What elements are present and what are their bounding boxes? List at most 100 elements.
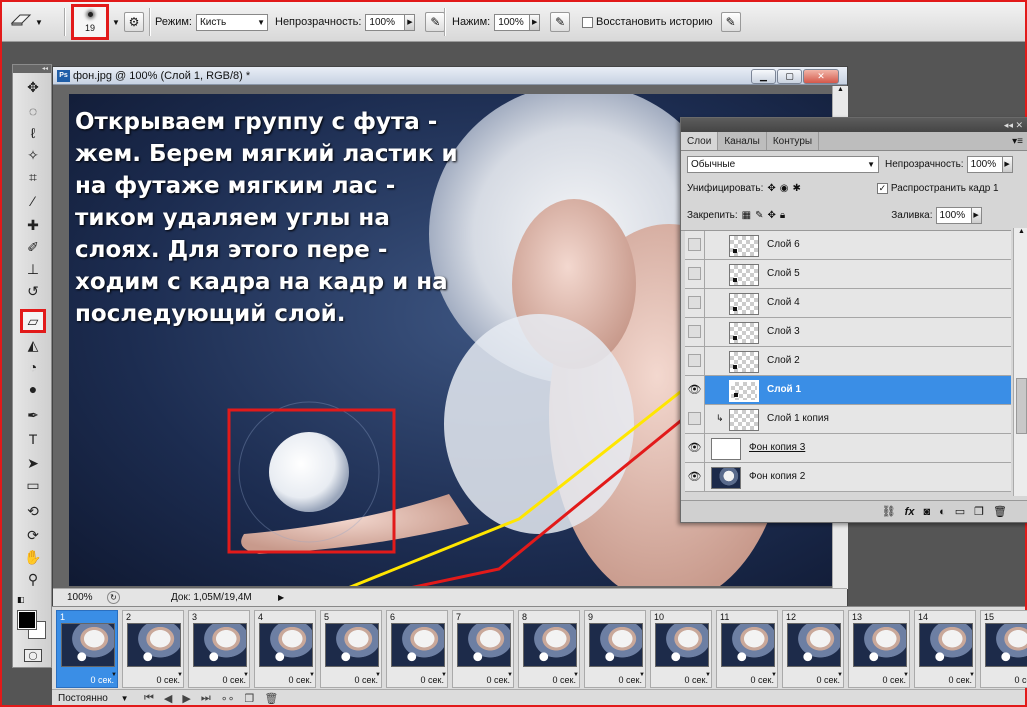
animation-frame[interactable]: 10 сек. ▼ <box>56 610 118 688</box>
opacity-input[interactable]: 100% <box>365 13 406 31</box>
play-icon[interactable]: ▶ <box>182 692 190 705</box>
layers-panel-collapse[interactable]: ◂◂ ✕ <box>681 118 1027 132</box>
delay-arrow-icon[interactable]: ▼ <box>573 672 579 678</box>
history-brush-icon[interactable]: ↺ <box>22 281 44 301</box>
eraser-icon[interactable]: ▱ <box>20 309 46 333</box>
fx-icon[interactable]: fx <box>905 506 915 518</box>
maximize-button[interactable]: ▢ <box>777 69 802 84</box>
shape-icon[interactable]: ▭ <box>22 475 44 495</box>
layers-scroll-thumb[interactable] <box>1016 378 1027 434</box>
brush-picker-arrow[interactable]: ▼ <box>112 2 120 42</box>
tab-layers[interactable]: Слои <box>681 132 719 150</box>
document-title-bar[interactable]: Ps фон.jpg @ 100% (Слой 1, RGB/8) * ▁ ▢ … <box>53 67 847 85</box>
hand-icon[interactable]: ✋ <box>22 547 44 567</box>
layer-row-4[interactable]: Слой 4 <box>685 289 1011 318</box>
default-colors-icon[interactable]: ◧ <box>17 595 25 604</box>
unify-visibility-icon[interactable]: ◉ <box>780 183 789 194</box>
eyedropper-icon[interactable]: ⁄ <box>22 191 44 211</box>
animation-frame[interactable]: 80 сек. ▼ <box>518 610 580 688</box>
lock-position-icon[interactable]: ✥ <box>768 210 776 221</box>
tab-paths[interactable]: Контуры <box>767 132 820 150</box>
stamp-icon[interactable]: ⊥ <box>22 259 44 279</box>
delay-arrow-icon[interactable]: ▼ <box>639 672 645 678</box>
brush-icon[interactable]: ✐ <box>22 237 44 257</box>
layer-visibility-toggle[interactable] <box>685 318 705 347</box>
layer-mask-icon[interactable]: ◙ <box>923 506 930 518</box>
link-layers-icon[interactable]: ⛓ <box>882 505 896 518</box>
layers-scrollbar[interactable]: ▲ <box>1013 228 1027 496</box>
layer-opacity-arrow[interactable]: ▶ <box>1002 155 1013 173</box>
move-icon[interactable]: ✥ <box>22 77 44 97</box>
status-arrow-icon[interactable]: ▶ <box>278 589 284 607</box>
next-frame-icon[interactable]: ⏭ <box>201 692 211 705</box>
panel-menu-icon[interactable]: ▾≡ <box>1006 132 1027 150</box>
animation-frame[interactable]: 12 0 сек. ▼ <box>782 610 844 688</box>
layer-row-1-selected[interactable]: 👁︎ Слой 1 <box>685 376 1011 405</box>
new-group-icon[interactable]: ▭ <box>955 505 965 518</box>
layer-visibility-toggle[interactable] <box>685 405 705 434</box>
type-icon[interactable]: T <box>22 429 44 449</box>
minimize-button[interactable]: ▁ <box>751 69 776 84</box>
flow-input[interactable]: 100% <box>494 13 531 31</box>
zoom-icon[interactable]: ⚲ <box>22 569 44 589</box>
delay-arrow-icon[interactable]: ▼ <box>243 672 249 678</box>
animation-frame[interactable]: 30 сек. ▼ <box>188 610 250 688</box>
layer-row-2[interactable]: Слой 2 <box>685 347 1011 376</box>
lock-transparency-icon[interactable]: ▦ <box>742 210 751 221</box>
brush-size-picker[interactable]: 19 <box>71 4 109 40</box>
layer-visibility-toggle[interactable] <box>685 289 705 318</box>
blend-mode-select[interactable]: Обычные ▼ <box>687 155 879 173</box>
lock-all-icon[interactable]: 🔒︎ <box>780 210 785 221</box>
layer-visibility-toggle[interactable]: 👁︎ <box>685 376 705 405</box>
animation-frame[interactable]: 60 сек. ▼ <box>386 610 448 688</box>
layer-visibility-toggle[interactable]: 👁︎ <box>685 434 705 463</box>
animation-frame[interactable]: 20 сек. ▼ <box>122 610 184 688</box>
status-menu-icon[interactable]: ↻ <box>107 591 120 604</box>
animation-frame[interactable]: 70 сек. ▼ <box>452 610 514 688</box>
new-layer-icon[interactable]: ❐ <box>974 505 984 518</box>
delay-arrow-icon[interactable]: ▼ <box>837 672 843 678</box>
animation-frame[interactable]: 14 0 сек. ▼ <box>914 610 976 688</box>
flow-slider-arrow[interactable]: ▶ <box>530 13 541 31</box>
crop-icon[interactable]: ⌗ <box>22 167 44 187</box>
healing-icon[interactable]: ✚ <box>22 215 44 235</box>
animation-frame[interactable]: 50 сек. ▼ <box>320 610 382 688</box>
unify-style-icon[interactable]: ✱ <box>793 183 801 194</box>
marquee-icon[interactable]: ◌ <box>22 101 44 121</box>
path-select-icon[interactable]: ➤ <box>22 453 44 473</box>
layer-row-bg-copy-3[interactable]: 👁︎ Фон копия 3 <box>685 434 1011 463</box>
delete-frame-icon[interactable]: 🗑︎ <box>264 692 278 705</box>
animation-frame[interactable]: 13 0 сек. ▼ <box>848 610 910 688</box>
layer-row-bg-copy-2[interactable]: 👁︎ Фон копия 2 <box>685 463 1011 492</box>
tab-channels[interactable]: Каналы <box>718 132 767 150</box>
delete-layer-icon[interactable]: 🗑︎ <box>993 505 1007 518</box>
quick-select-icon[interactable]: ✧ <box>22 145 44 165</box>
layer-visibility-toggle[interactable] <box>685 231 705 260</box>
layer-visibility-toggle[interactable] <box>685 347 705 376</box>
delay-arrow-icon[interactable]: ▼ <box>903 672 909 678</box>
layer-row-6[interactable]: Слой 6 <box>685 231 1011 260</box>
layer-row-5[interactable]: Слой 5 <box>685 260 1011 289</box>
zoom-level[interactable]: 100% <box>67 589 93 607</box>
3d-icon[interactable]: ⟲ <box>22 501 44 521</box>
lock-pixels-icon[interactable]: ✎ <box>755 210 763 221</box>
tablet-size-icon[interactable]: ✎ <box>720 12 741 32</box>
delay-arrow-icon[interactable]: ▼ <box>309 672 315 678</box>
animation-frame[interactable]: 40 сек. ▼ <box>254 610 316 688</box>
delay-arrow-icon[interactable]: ▼ <box>177 672 183 678</box>
propagate-checkbox[interactable]: ✓ <box>876 182 888 194</box>
bucket-icon[interactable]: ◭ <box>22 335 44 355</box>
eraser-tool-preset[interactable]: ▼ <box>10 2 43 42</box>
previous-frame-icon[interactable]: ◀ <box>164 692 172 705</box>
loop-select[interactable]: Постоянно ▼ <box>58 693 134 704</box>
opacity-slider-arrow[interactable]: ▶ <box>405 13 416 31</box>
foreground-color-swatch[interactable] <box>18 611 36 629</box>
fill-arrow[interactable]: ▶ <box>971 206 982 224</box>
dodge-icon[interactable]: ● <box>22 379 44 399</box>
delay-arrow-icon[interactable]: ▼ <box>375 672 381 678</box>
close-button[interactable]: ✕ <box>803 69 839 84</box>
layer-row-3[interactable]: Слой 3 <box>685 318 1011 347</box>
animation-frame[interactable]: 10 0 сек. ▼ <box>650 610 712 688</box>
first-frame-icon[interactable]: ⏮ <box>144 692 154 705</box>
animation-frame[interactable]: 150 сек.▼ <box>980 610 1027 688</box>
